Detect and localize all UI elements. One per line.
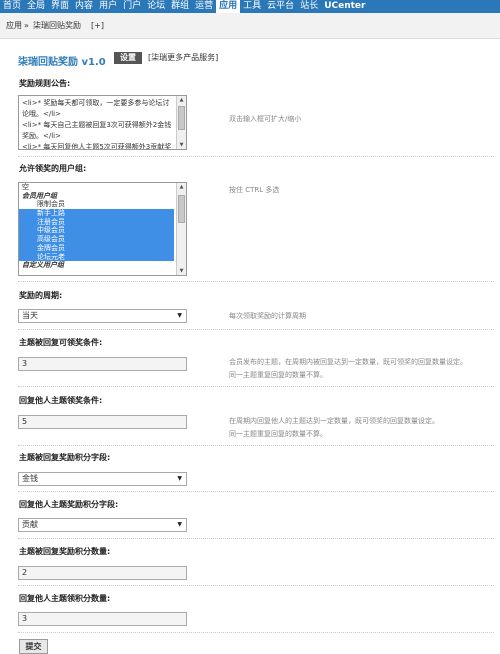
nav-item-0[interactable]: 首页 [0,0,24,13]
chevron-down-icon: ▼ [177,475,182,482]
breadcrumb: 应用 » 柒瑞回贴奖励 [+] [0,13,500,39]
nav-item-7[interactable]: 群组 [168,0,192,13]
divider [18,585,494,586]
nav-item-10[interactable]: 工具 [240,0,264,13]
nav-item-8[interactable]: 运营 [192,0,216,13]
others-field-select[interactable]: 贡献 ▼ [18,518,187,532]
divider [18,632,494,633]
breadcrumb-separator: » [24,21,29,30]
top-nav: 首页 全局 界面 内容 用户 门户 论坛 群组 运营 应用 工具 云平台 站长 UCenter [0,0,500,13]
own-field-select[interactable]: 金钱 ▼ [18,472,187,486]
announcement-textarea[interactable]: <li>* 奖励每天都可领取，一定要多参与论坛讨论哦。</li> <li>* 每… [18,95,187,150]
nav-item-1[interactable]: 全局 [24,0,48,13]
reply-others-input[interactable]: 5 [18,415,187,429]
optgroup-label: 自定义用户组 [22,261,64,270]
breadcrumb-current: 柒瑞回贴奖励 [33,21,81,30]
scroll-thumb[interactable] [178,195,185,223]
reply-others-hint-1: 在周期内回复他人的主题达到一定数量，既可领奖的回复数量设定。 [229,417,439,425]
own-reply-label: 主题被回复可领奖条件: [19,338,103,347]
own-field-value: 金钱 [22,474,38,483]
nav-item-12[interactable]: 站长 [297,0,321,13]
divider [18,386,494,387]
breadcrumb-root[interactable]: 应用 [6,13,22,39]
period-label: 奖励的周期: [19,291,63,300]
groups-options: 空会员用户组 限制会员 新手上路 注册会员 中级会员 高级会员 金牌会员 论坛元老 自定义用户组 [19,183,186,270]
own-reply-input[interactable]: 3 [18,357,187,371]
groups-hint: 按住 CTRL 多选 [229,186,280,194]
own-reply-hint-2: 同一主题重复回复的数量不算。 [229,371,327,379]
more-products-link[interactable]: [柒瑞更多产品服务] [148,52,218,64]
group-option[interactable]: 高级会员 [19,235,174,244]
textarea-scrollbar[interactable]: ▲ ▼ [176,96,186,149]
divider [18,491,494,492]
nav-item-11[interactable]: 云平台 [264,0,297,13]
group-option[interactable]: 中级会员 [19,226,174,236]
announcement-label: 奖励规则公告: [19,79,71,88]
breadcrumb-add-link[interactable]: [+] [91,13,104,39]
own-amount-input[interactable]: 2 [18,566,187,580]
plugin-title: 柒瑞回贴奖励 v1.0 [18,57,106,68]
group-option[interactable]: 限制会员 [19,200,186,209]
nav-item-2[interactable]: 界面 [48,0,72,13]
period-hint: 每次领取奖励的计算周期 [229,312,306,320]
settings-button[interactable]: 设置 [114,52,142,64]
own-reply-hint-1: 会员发布的主题，在周期内被回复达到一定数量，既可领奖的回复数量设定。 [229,358,467,366]
groups-label: 允许领奖的用户组: [19,164,87,173]
divider [18,538,494,539]
group-option[interactable]: 新手上路 [19,209,174,218]
others-field-label: 回复他人主题奖励积分字段: [19,500,119,509]
chevron-down-icon: ▼ [177,521,182,528]
scroll-up-icon[interactable]: ▲ [177,183,186,191]
announcement-text: <li>* 奖励每天都可领取，一定要多参与论坛讨论哦。</li> <li>* 每… [22,99,172,150]
groups-multiselect[interactable]: 空会员用户组 限制会员 新手上路 注册会员 中级会员 高级会员 金牌会员 论坛元老 自定义用户组… [18,182,187,276]
nav-item-13[interactable]: UCenter [321,0,368,13]
group-option[interactable]: 空 [19,183,186,192]
divider [18,281,494,282]
reply-others-hint-2: 同一主题重复回复的数量不算。 [229,430,327,438]
scroll-down-icon[interactable]: ▼ [177,267,186,275]
nav-item-4[interactable]: 用户 [96,0,120,13]
own-amount-label: 主题被回复奖励积分数量: [19,547,111,556]
divider [18,445,494,446]
submit-button[interactable]: 提交 [19,639,48,654]
announcement-hint: 双击输入框可扩大/缩小 [229,115,302,123]
nav-item-5[interactable]: 门户 [120,0,144,13]
scroll-thumb[interactable] [178,106,185,130]
others-amount-input[interactable]: 3 [18,612,187,626]
multiselect-scrollbar[interactable]: ▲ ▼ [176,183,186,275]
nav-item-6[interactable]: 论坛 [144,0,168,13]
nav-item-3[interactable]: 内容 [72,0,96,13]
own-field-label: 主题被回复奖励积分字段: [19,453,111,462]
period-value: 当天 [22,311,38,320]
group-option[interactable]: 金牌会员 [19,243,174,253]
divider [18,329,494,330]
scroll-up-icon[interactable]: ▲ [177,96,186,104]
reply-others-label: 回复他人主题领奖条件: [19,396,103,405]
scroll-down-icon[interactable]: ▼ [177,141,186,149]
chevron-down-icon: ▼ [177,312,182,319]
others-field-value: 贡献 [22,520,38,529]
nav-item-9[interactable]: 应用 [216,0,241,13]
group-option[interactable]: 论坛元老 [19,252,174,262]
others-amount-label: 回复他人主题领积分数量: [19,594,111,603]
divider [18,156,494,157]
period-select[interactable]: 当天 ▼ [18,309,187,323]
